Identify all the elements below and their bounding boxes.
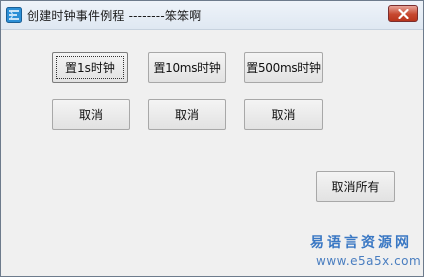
set-1s-timer-button[interactable]: 置1s时钟: [52, 52, 128, 83]
cancel-1s-label: 取消: [78, 108, 103, 122]
cancel-all-button[interactable]: 取消所有: [316, 171, 395, 202]
cancel-1s-button[interactable]: 取消: [52, 99, 130, 130]
title-bar[interactable]: 创建时钟事件例程 --------笨笨啊: [1, 1, 423, 30]
set-500ms-timer-label: 置500ms时钟: [246, 61, 321, 75]
cancel-all-label: 取消所有: [331, 180, 380, 194]
set-10ms-timer-button[interactable]: 置10ms时钟: [148, 52, 226, 83]
set-1s-timer-label: 置1s时钟: [65, 61, 115, 75]
window-title: 创建时钟事件例程 --------笨笨啊: [27, 9, 202, 23]
main-window: 创建时钟事件例程 --------笨笨啊 置1s时钟 置10ms时钟 置500m…: [0, 0, 424, 277]
close-button[interactable]: [388, 5, 418, 22]
set-500ms-timer-button[interactable]: 置500ms时钟: [244, 52, 323, 83]
app-icon: [6, 7, 22, 23]
close-icon: [398, 9, 409, 19]
watermark-site-name: 易语言资源网: [310, 235, 412, 251]
cancel-500ms-label: 取消: [271, 108, 296, 122]
watermark-site-url: www.e5a5x.com: [316, 254, 422, 268]
cancel-500ms-button[interactable]: 取消: [244, 99, 323, 130]
cancel-10ms-button[interactable]: 取消: [148, 99, 226, 130]
cancel-10ms-label: 取消: [174, 108, 199, 122]
set-10ms-timer-label: 置10ms时钟: [153, 61, 221, 75]
